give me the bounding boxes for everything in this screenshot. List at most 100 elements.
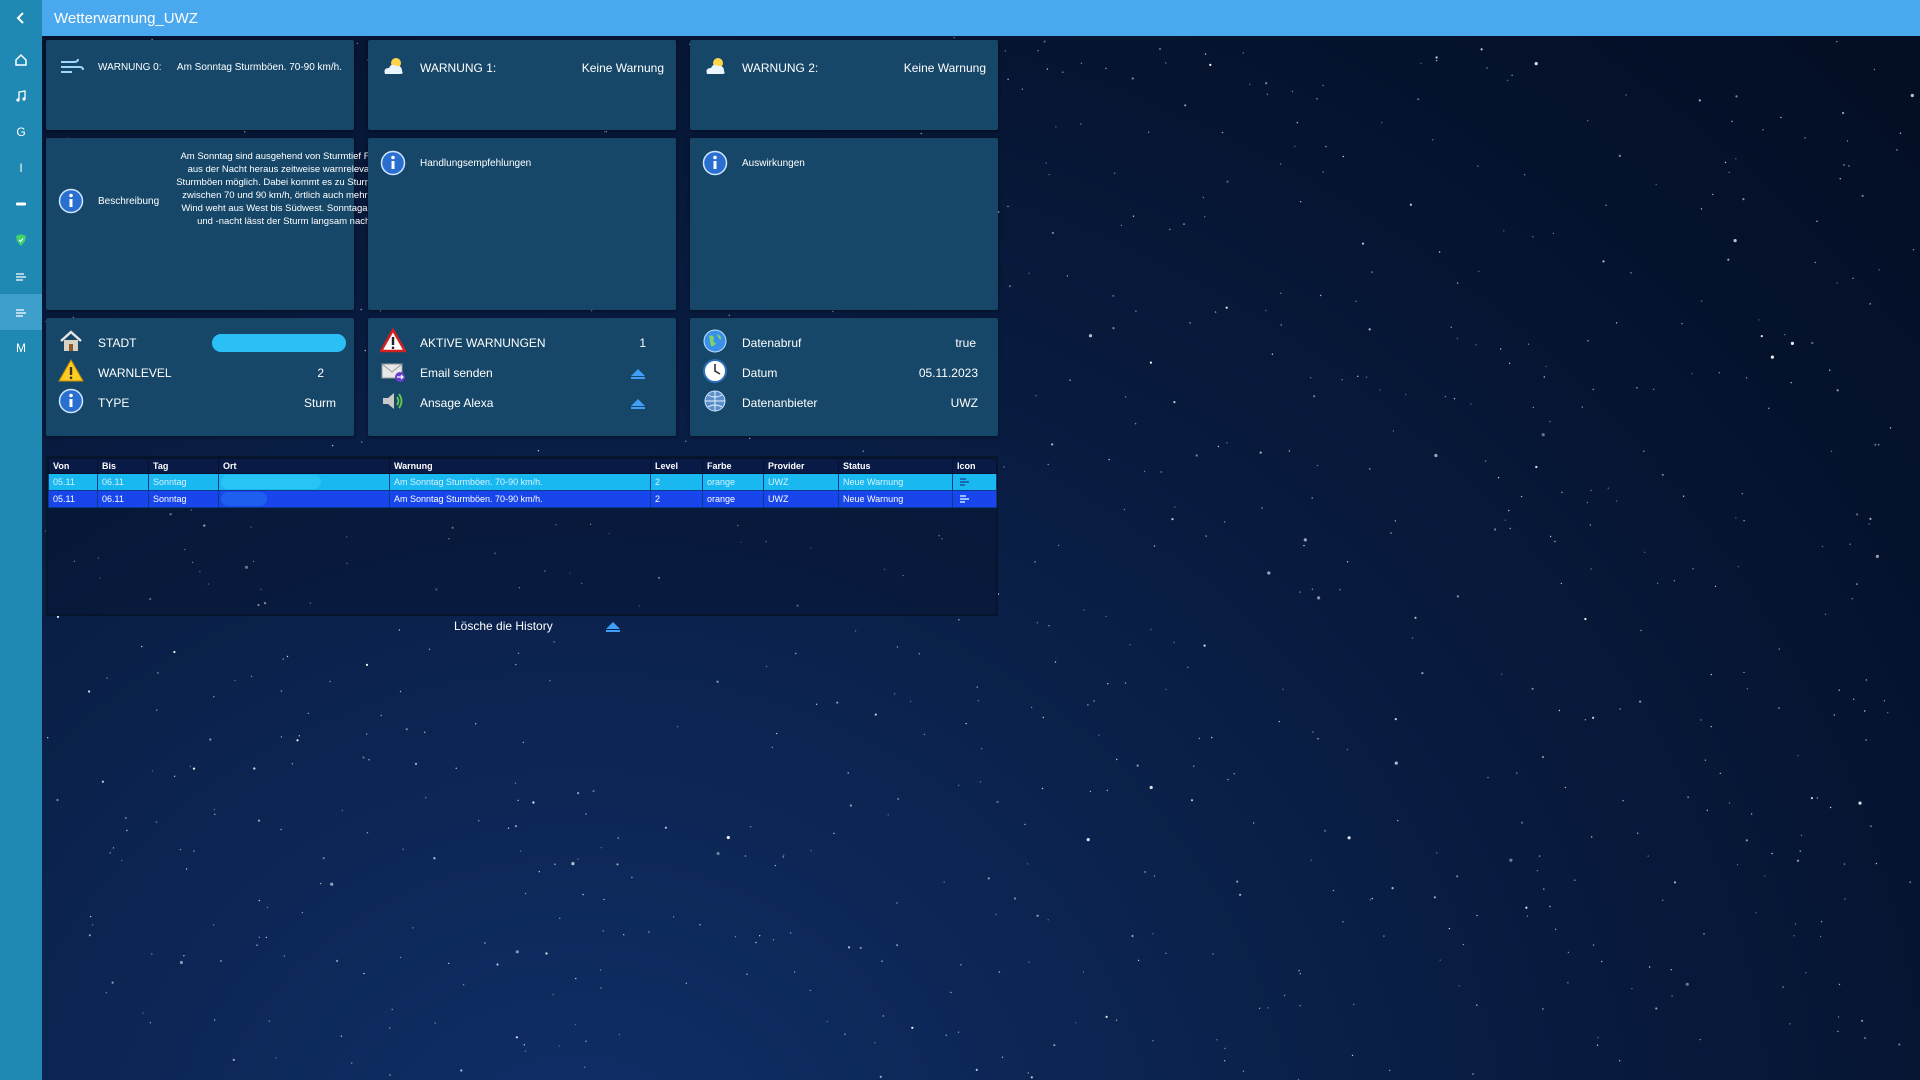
star (524, 892, 527, 895)
star (1316, 98, 1318, 100)
column-header[interactable]: Status (838, 458, 953, 474)
star (258, 936, 261, 938)
star (1601, 960, 1603, 963)
column-header[interactable]: Von (48, 458, 98, 474)
column-header[interactable]: Tag (148, 458, 219, 474)
star (111, 981, 114, 984)
sidebar-item-wind[interactable] (0, 258, 42, 294)
star (1602, 260, 1605, 263)
actions-card: AKTIVE WARNUNGEN 1 Email senden Ansage A… (368, 318, 676, 436)
star (1673, 881, 1677, 884)
star (1494, 528, 1497, 531)
star (1379, 389, 1381, 391)
star (434, 1022, 436, 1024)
star (1790, 382, 1792, 384)
back-button[interactable] (0, 0, 42, 36)
star (1212, 953, 1214, 955)
star (1768, 407, 1770, 409)
star (1503, 230, 1505, 232)
star (920, 132, 922, 135)
star (1313, 395, 1316, 398)
sidebar-item-wind-active[interactable] (0, 294, 42, 330)
table-cell: orange (702, 490, 764, 508)
star (1838, 983, 1841, 986)
sidebar-item-m[interactable]: M (0, 330, 42, 366)
star (950, 991, 952, 994)
table-row[interactable]: 05.11 06.11 Sonntag Am Sonntag Sturmböen… (48, 490, 997, 508)
type-value: Sturm (303, 396, 336, 410)
warnlevel-label: WARNLEVEL (98, 366, 172, 380)
star (379, 310, 382, 312)
info-icon (58, 188, 84, 214)
star (1171, 518, 1174, 521)
star (1735, 158, 1737, 160)
star (558, 1045, 560, 1047)
star (1535, 465, 1538, 469)
star (362, 756, 365, 759)
star (1745, 377, 1748, 379)
warning-2-card: WARNUNG 2: Keine Warnung (690, 40, 998, 130)
star (179, 960, 183, 965)
column-header[interactable]: Bis (97, 458, 149, 474)
clear-history-label: Lösche die History (454, 619, 553, 633)
column-header[interactable]: Farbe (702, 458, 764, 474)
star (366, 832, 369, 834)
sidebar-item-home[interactable] (0, 42, 42, 78)
column-header[interactable]: Icon (952, 458, 997, 474)
handlungsempfehlungen-label: Handlungsempfehlungen (420, 158, 532, 169)
star (1158, 47, 1162, 50)
star (887, 814, 889, 816)
star (1392, 430, 1395, 432)
star (1035, 395, 1037, 397)
star (1105, 615, 1107, 618)
star (1797, 755, 1799, 757)
email-send-button[interactable] (630, 368, 646, 379)
star (1280, 292, 1282, 294)
star (1592, 388, 1594, 391)
column-header[interactable]: Ort (218, 458, 390, 474)
star (1728, 802, 1731, 804)
alexa-announce-button[interactable] (630, 398, 646, 409)
star (1873, 68, 1876, 71)
sidebar-item-shield[interactable] (0, 222, 42, 258)
star (538, 871, 540, 873)
table-row[interactable]: 05.11 06.11 Sonntag Am Sonntag Sturmböen… (48, 473, 997, 491)
star (1843, 863, 1846, 865)
star (1712, 193, 1714, 196)
star (1298, 970, 1300, 972)
star (1549, 420, 1551, 423)
clear-history-button[interactable] (605, 621, 621, 632)
star (1204, 53, 1207, 55)
star (1453, 398, 1456, 400)
star (112, 847, 115, 849)
star (1590, 568, 1592, 570)
sidebar-item-g[interactable]: G (0, 114, 42, 150)
star (1484, 460, 1487, 462)
star (765, 665, 768, 668)
column-header[interactable]: Level (650, 458, 703, 474)
column-header[interactable]: Warnung (389, 458, 651, 474)
table-cell: Sonntag (148, 473, 219, 491)
star (716, 680, 719, 683)
star (571, 862, 575, 866)
table-cell: UWZ (763, 490, 839, 508)
star (1731, 120, 1733, 123)
column-header[interactable]: Provider (763, 458, 839, 474)
sidebar-item-music[interactable] (0, 78, 42, 114)
star (980, 747, 983, 750)
type-label: TYPE (98, 396, 130, 410)
table-cell-redacted (218, 473, 390, 491)
sidebar-item-minus[interactable] (0, 186, 42, 222)
star (301, 911, 304, 914)
sidebar-item-i[interactable]: I (0, 150, 42, 186)
star (1448, 927, 1451, 930)
star (1319, 294, 1322, 297)
star (1487, 776, 1489, 779)
star (173, 650, 176, 654)
star (1216, 1039, 1218, 1041)
star (1737, 565, 1740, 568)
star (1799, 850, 1802, 852)
star (1397, 819, 1399, 822)
wind-warning-icon (960, 494, 969, 503)
star (1080, 123, 1082, 125)
